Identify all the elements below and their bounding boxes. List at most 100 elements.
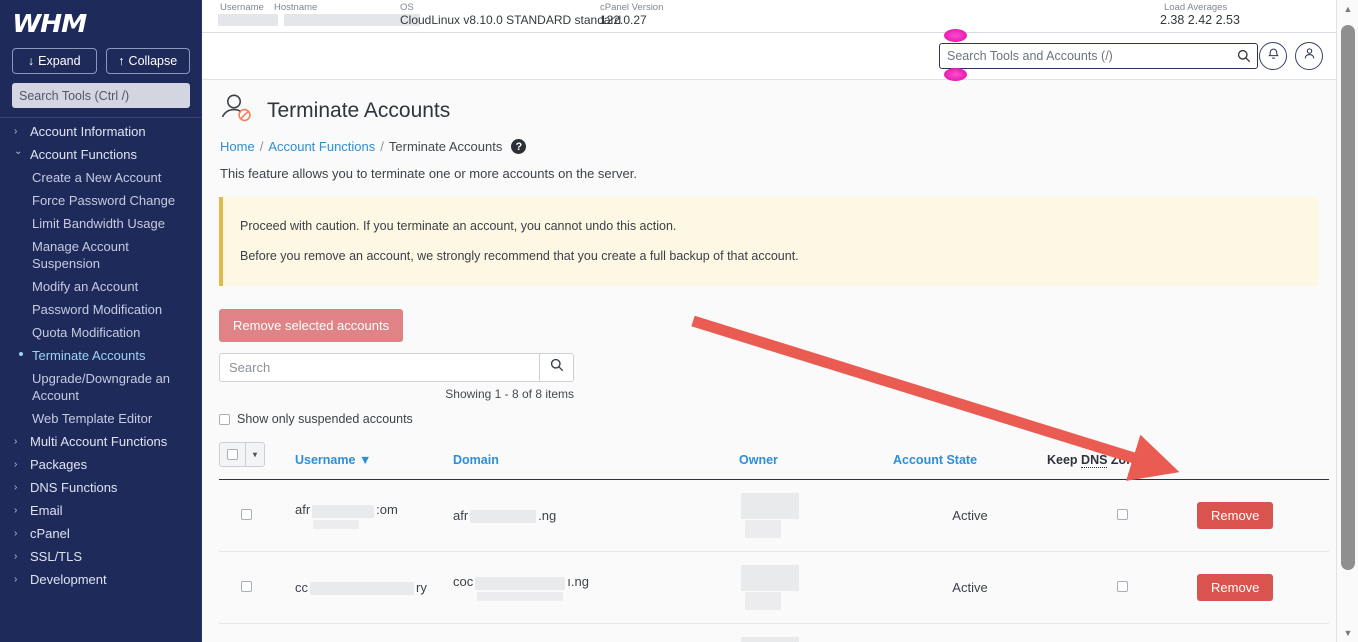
keep-dns-zone-cell [1047,623,1197,642]
main-content: Terminate Accounts Home / Account Functi… [202,80,1336,642]
expand-label: Expand [38,54,81,68]
sidebar-item-manage-account-suspension[interactable]: Manage Account Suspension [0,235,202,275]
remove-account-button[interactable]: Remove [1197,574,1274,601]
sidebar-item-label: Create a New Account [32,170,162,185]
remove-selected-accounts-button[interactable]: Remove selected accounts [219,309,404,342]
sidebar-item-web-template-editor[interactable]: Web Template Editor [0,407,202,430]
domain-suffix: ı.ng [567,574,589,590]
scroll-up-arrow-icon[interactable]: ▲ [1337,0,1358,18]
sidebar-item-create-a-new-account[interactable]: Create a New Account [0,166,202,189]
column-header-account-state[interactable]: Account State [893,438,1047,480]
owner-cell [739,479,893,552]
username-value [218,12,278,26]
sidebar-item-modify-an-account[interactable]: Modify an Account [0,275,202,298]
sidebar-item-account-information[interactable]: › Account Information [0,120,202,143]
keep-dns-zone-checkbox[interactable] [1116,509,1128,520]
column-header-keep-dns-zone: Keep DNS Zone [1047,438,1197,480]
load-averages-column-label: Load Averages [1164,2,1228,13]
domain-redaction-2 [477,591,563,601]
sidebar-search-input[interactable] [12,83,190,108]
chevron-down-icon: ⌄ [14,146,23,157]
sidebar-item-cpanel[interactable]: › cPanel [0,522,202,545]
chevron-down-icon[interactable]: ▾ [245,443,264,466]
column-header-owner[interactable]: Owner [739,438,893,480]
sidebar-item-label: Email [30,503,63,518]
keep-dns-zone-cell [1047,479,1197,552]
select-all-control[interactable]: ▾ [219,442,265,467]
whm-logo[interactable]: WHM [0,0,202,40]
sidebar-item-dns-functions[interactable]: › DNS Functions [0,476,202,499]
breadcrumb-separator: / [259,139,264,154]
table-header-row: ▾ Username ▼ Domain Owner Account State … [219,438,1329,480]
sidebar-item-quota-modification[interactable]: Quota Modification [0,321,202,344]
domain-prefix: afr [453,507,469,523]
global-search-input[interactable] [940,44,1231,68]
row-select-checkbox[interactable] [241,509,252,520]
owner-redaction [741,637,799,642]
sidebar-item-development[interactable]: › Development [0,568,202,591]
username-redaction-2 [313,519,359,529]
owner-redaction [741,565,799,591]
sidebar-item-limit-bandwidth-usage[interactable]: Limit Bandwidth Usage [0,212,202,235]
sidebar-item-terminate-accounts[interactable]: Terminate Accounts [0,344,202,367]
expand-button[interactable]: ↓ Expand [12,48,97,74]
row-select-checkbox[interactable] [241,581,252,592]
whm-wordmark: WHM [12,9,87,38]
account-menu-button[interactable] [1295,42,1323,70]
scroll-down-arrow-icon[interactable]: ▼ [1337,624,1358,642]
sidebar-item-account-functions[interactable]: ⌄ Account Functions [0,143,202,166]
sidebar-item-email[interactable]: › Email [0,499,202,522]
sidebar-item-label: Limit Bandwidth Usage [32,216,165,231]
question-mark-icon[interactable]: ? [511,139,527,154]
bell-icon [1267,47,1280,65]
sidebar-item-label: Multi Account Functions [30,434,168,449]
sidebar-item-packages[interactable]: › Packages [0,453,202,476]
select-all-checkbox[interactable] [227,449,238,460]
breadcrumb: Home / Account Functions / Terminate Acc… [202,129,1336,154]
table-row: cc ry coc ı.ng Active Remove [219,551,1329,624]
select-all-checkbox-cell[interactable] [220,443,245,466]
breadcrumb-separator: / [380,139,384,154]
alert-line-1: Proceed with caution. If you terminate a… [240,219,677,233]
sidebar-item-label: SSL/TLS [30,549,83,564]
sidebar-item-password-modification[interactable]: Password Modification [0,298,202,321]
domain-suffix: .ng [538,507,557,523]
breadcrumb-item-account-functions[interactable]: Account Functions [268,139,375,154]
collapse-button[interactable]: ↑ Collapse [105,48,190,74]
keep-dns-zone-checkbox[interactable] [1116,581,1128,592]
page-header: Terminate Accounts [202,80,1336,129]
accounts-table-body: afr:om afr .ng Active Remove cc ry coc ı.ng Activ… [219,479,1329,642]
search-icon[interactable] [1231,49,1257,63]
column-header-domain[interactable]: Domain [453,438,739,480]
owner-redaction-2 [745,520,781,538]
sidebar-item-upgrade-downgrade-an-account[interactable]: Upgrade/Downgrade an Account [0,367,202,407]
page-scrollbar[interactable]: ▲ ▼ [1336,0,1358,642]
sidebar-item-multi-account-functions[interactable]: › Multi Account Functions [0,430,202,453]
row-action-cell: Remove [1197,479,1329,552]
active-item-bullet-icon [19,352,23,356]
sidebar-item-label: Quota Modification [32,325,141,340]
notifications-button[interactable] [1259,42,1287,70]
user-icon [1303,47,1316,65]
alert-line-2: Before you remove an account, we strongl… [240,249,799,263]
table-search-input[interactable] [219,353,539,382]
table-search-button[interactable] [539,353,574,382]
page-title: Terminate Accounts [267,98,451,122]
scrollbar-thumb[interactable] [1341,25,1355,570]
sidebar-item-force-password-change[interactable]: Force Password Change [0,189,202,212]
account-state-cell: Active [893,623,1047,642]
sidebar-item-ssl-tls[interactable]: › SSL/TLS [0,545,202,568]
cpanel-version-value: 122.0.27 [600,13,647,27]
chevron-right-icon: › [14,505,18,516]
chevron-right-icon: › [14,459,18,470]
show-suspended-checkbox[interactable] [219,413,230,425]
username-redaction [218,13,278,26]
global-search[interactable] [939,43,1258,69]
username-redaction [312,504,375,518]
column-header-username[interactable]: Username ▼ [295,438,453,480]
breadcrumb-item-home[interactable]: Home [220,139,255,154]
remove-account-button[interactable]: Remove [1197,502,1274,529]
sidebar-search-wrap [0,74,202,108]
sidebar-item-label: Password Modification [32,302,163,317]
chevron-right-icon: › [14,574,18,585]
